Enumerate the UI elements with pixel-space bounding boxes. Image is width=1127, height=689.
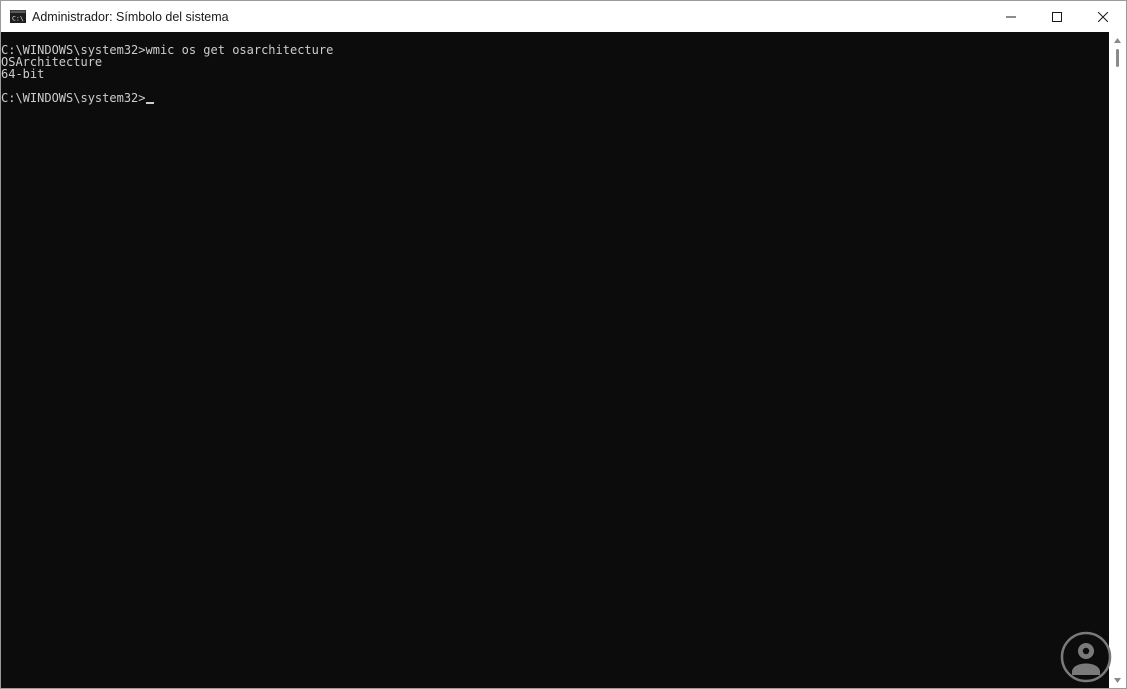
title-bar[interactable]: C:\ Administrador: Símbolo del sistema: [1, 1, 1126, 32]
minimize-icon: [1006, 16, 1016, 17]
watermark-logo-icon: [1060, 631, 1112, 683]
maximize-button[interactable]: [1034, 1, 1080, 32]
scroll-up-arrow-icon: [1114, 37, 1121, 43]
close-icon: [1098, 11, 1108, 22]
window-controls: [988, 1, 1126, 32]
console-prompt: C:\WINDOWS\system32>: [1, 91, 146, 105]
close-button[interactable]: [1080, 1, 1126, 32]
text-cursor: [145, 102, 154, 104]
console-line: OSArchitecture: [1, 55, 103, 69]
scroll-down-arrow-icon: [1114, 677, 1121, 683]
console-line: 64-bit: [1, 67, 45, 81]
console-output[interactable]: C:\WINDOWS\system32>wmic os get osarchit…: [1, 32, 1109, 688]
scroll-thumb[interactable]: [1116, 49, 1119, 67]
vertical-scrollbar[interactable]: [1109, 32, 1126, 688]
cmd-icon: C:\: [10, 10, 26, 23]
maximize-icon: [1052, 11, 1062, 22]
cmd-window: C:\ Administrador: Símbolo del sistema C…: [0, 0, 1127, 689]
console-line: C:\WINDOWS\system32>wmic os get osarchit…: [1, 43, 334, 57]
minimize-button[interactable]: [988, 1, 1034, 32]
console-prompt-line: C:\WINDOWS\system32>: [1, 92, 1109, 104]
window-title: Administrador: Símbolo del sistema: [32, 9, 229, 24]
svg-text:C:\: C:\: [12, 15, 24, 23]
scroll-up-button[interactable]: [1109, 34, 1126, 46]
